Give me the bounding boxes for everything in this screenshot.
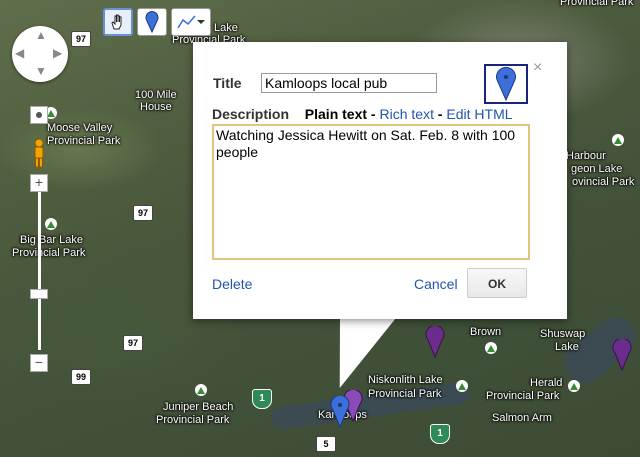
- pan-right-icon[interactable]: ▶: [53, 46, 62, 60]
- pegman-icon[interactable]: [31, 138, 47, 168]
- placemark-blue-icon[interactable]: [330, 396, 350, 428]
- placemark-edit-dialog: Title Kamloops local pub × Description P…: [193, 42, 567, 319]
- edit-html-link[interactable]: Edit HTML: [446, 106, 512, 122]
- mode-separator: -: [367, 106, 380, 122]
- delete-link[interactable]: Delete: [212, 276, 252, 292]
- map-toolbar: [103, 8, 211, 36]
- highway-97-marker: 97: [133, 205, 153, 221]
- map-label: geon Lake: [571, 163, 623, 175]
- ok-button[interactable]: OK: [467, 268, 527, 298]
- highway-99-marker: 99: [71, 369, 91, 385]
- highway-1-shield: 1: [430, 424, 450, 444]
- placemark-purple-icon[interactable]: [612, 339, 632, 371]
- placemark-purple-icon[interactable]: [425, 326, 445, 358]
- highway-1-shield: 1: [252, 389, 272, 409]
- park-icon: [485, 342, 497, 354]
- map-label: Herald: [530, 377, 563, 389]
- map-label: Lake: [555, 341, 579, 353]
- line-icon: [177, 15, 196, 29]
- map-label: Niskonlith Lake: [368, 374, 443, 386]
- map-label: Provincial Park: [12, 247, 86, 259]
- description-textarea[interactable]: Watching Jessica Hewitt on Sat. Feb. 8 w…: [212, 124, 530, 260]
- description-mode-row: Description Plain text - Rich text - Edi…: [212, 106, 513, 122]
- map-label: Provincial Park: [368, 388, 442, 400]
- park-icon: [45, 218, 57, 230]
- cancel-link[interactable]: Cancel: [414, 276, 458, 292]
- map-label: Juniper Beach: [163, 401, 234, 413]
- hand-tool-button[interactable]: [103, 8, 133, 36]
- zoom-out-button[interactable]: −: [30, 354, 48, 372]
- placemark-style-button[interactable]: [484, 64, 528, 104]
- hand-icon: [111, 14, 122, 30]
- description-label: Description: [212, 106, 290, 122]
- pan-up-icon[interactable]: ▲: [35, 28, 47, 42]
- park-icon: [456, 380, 468, 392]
- map-label: Harbour: [566, 150, 606, 162]
- map-label: Moose Valley: [47, 122, 113, 134]
- map-label: Salmon Arm: [492, 412, 552, 424]
- mode-separator: -: [433, 106, 447, 122]
- placemark-icon: [145, 11, 159, 33]
- map-label: Provincial Park: [156, 414, 230, 426]
- chevron-down-icon: [197, 20, 205, 24]
- map-label: Lake: [214, 22, 238, 34]
- placemark-icon: [496, 67, 516, 101]
- park-icon: [195, 384, 207, 396]
- title-input[interactable]: Kamloops local pub: [261, 73, 437, 93]
- zoom-in-button[interactable]: +: [30, 174, 48, 192]
- map-label: ovincial Park: [572, 176, 635, 188]
- plain-text-mode[interactable]: Plain text: [305, 106, 367, 122]
- highway-5-marker: 5: [316, 436, 336, 452]
- rich-text-link[interactable]: Rich text: [380, 106, 434, 122]
- park-icon: [568, 380, 580, 392]
- park-icon: [612, 134, 624, 146]
- map-label: Provincial Park: [486, 390, 560, 402]
- map-label: Brown: [470, 326, 502, 338]
- title-label: Title: [213, 75, 242, 91]
- zoom-slider-thumb[interactable]: [30, 289, 48, 299]
- map-label: Provincial Park: [47, 135, 121, 147]
- zoom-slider-track[interactable]: [38, 190, 41, 350]
- map-label: Provincial Park: [560, 0, 634, 8]
- close-icon[interactable]: ×: [533, 60, 542, 76]
- map-label: 100 Mile: [135, 89, 177, 101]
- map-label: House: [140, 101, 172, 113]
- zoom-reset-button[interactable]: [30, 106, 48, 124]
- line-tool-button[interactable]: [171, 8, 211, 36]
- map-label: Big Bar Lake: [20, 234, 83, 246]
- highway-97-marker: 97: [71, 31, 91, 47]
- map-label: Shuswap: [540, 328, 586, 340]
- placemark-tool-button[interactable]: [137, 8, 167, 36]
- highway-97-marker: 97: [123, 335, 143, 351]
- pan-down-icon[interactable]: ▼: [35, 64, 47, 78]
- pan-left-icon[interactable]: ◀: [15, 46, 24, 60]
- pan-control[interactable]: ▲ ▼ ◀ ▶: [12, 26, 68, 82]
